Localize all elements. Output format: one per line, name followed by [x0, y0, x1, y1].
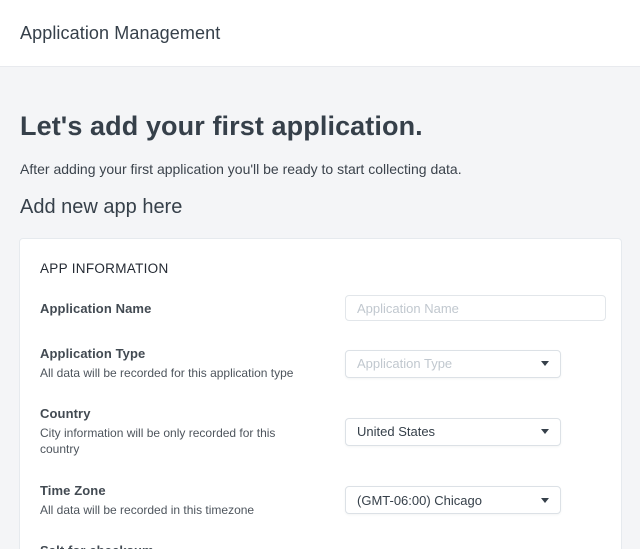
salt-row: Salt for checksum Will only accept reque…: [40, 543, 606, 549]
salt-label: Salt for checksum: [40, 543, 317, 549]
page-header: Application Management: [0, 0, 640, 67]
country-select-value: United States: [357, 424, 435, 439]
add-new-app-title: Add new app here: [20, 196, 620, 219]
application-type-row: Application Type All data will be record…: [40, 346, 606, 381]
timezone-select-value: (GMT-06:00) Chicago: [357, 493, 482, 508]
chevron-down-icon: [541, 429, 549, 434]
application-name-input[interactable]: [345, 295, 606, 321]
app-information-section-header: APP INFORMATION: [40, 261, 606, 276]
page-title: Application Management: [20, 23, 220, 44]
country-helper: City information will be only recorded f…: [40, 425, 317, 457]
intro-subheading: After adding your first application you'…: [20, 161, 620, 177]
application-name-row: Application Name: [40, 295, 606, 321]
timezone-row: Time Zone All data will be recorded in t…: [40, 483, 606, 518]
application-name-label: Application Name: [40, 301, 317, 316]
application-type-helper: All data will be recorded for this appli…: [40, 365, 317, 381]
timezone-select[interactable]: (GMT-06:00) Chicago: [345, 486, 561, 514]
country-select[interactable]: United States: [345, 418, 561, 446]
application-type-label: Application Type: [40, 346, 317, 361]
timezone-helper: All data will be recorded in this timezo…: [40, 502, 317, 518]
country-row: Country City information will be only re…: [40, 406, 606, 457]
intro-heading: Let's add your first application.: [20, 111, 620, 142]
main-content: Let's add your first application. After …: [0, 111, 640, 219]
application-type-select[interactable]: Application Type: [345, 350, 561, 378]
country-label: Country: [40, 406, 317, 421]
app-info-card: APP INFORMATION Application Name Applica…: [19, 238, 622, 549]
timezone-label: Time Zone: [40, 483, 317, 498]
chevron-down-icon: [541, 498, 549, 503]
application-type-select-value: Application Type: [357, 356, 452, 371]
chevron-down-icon: [541, 361, 549, 366]
